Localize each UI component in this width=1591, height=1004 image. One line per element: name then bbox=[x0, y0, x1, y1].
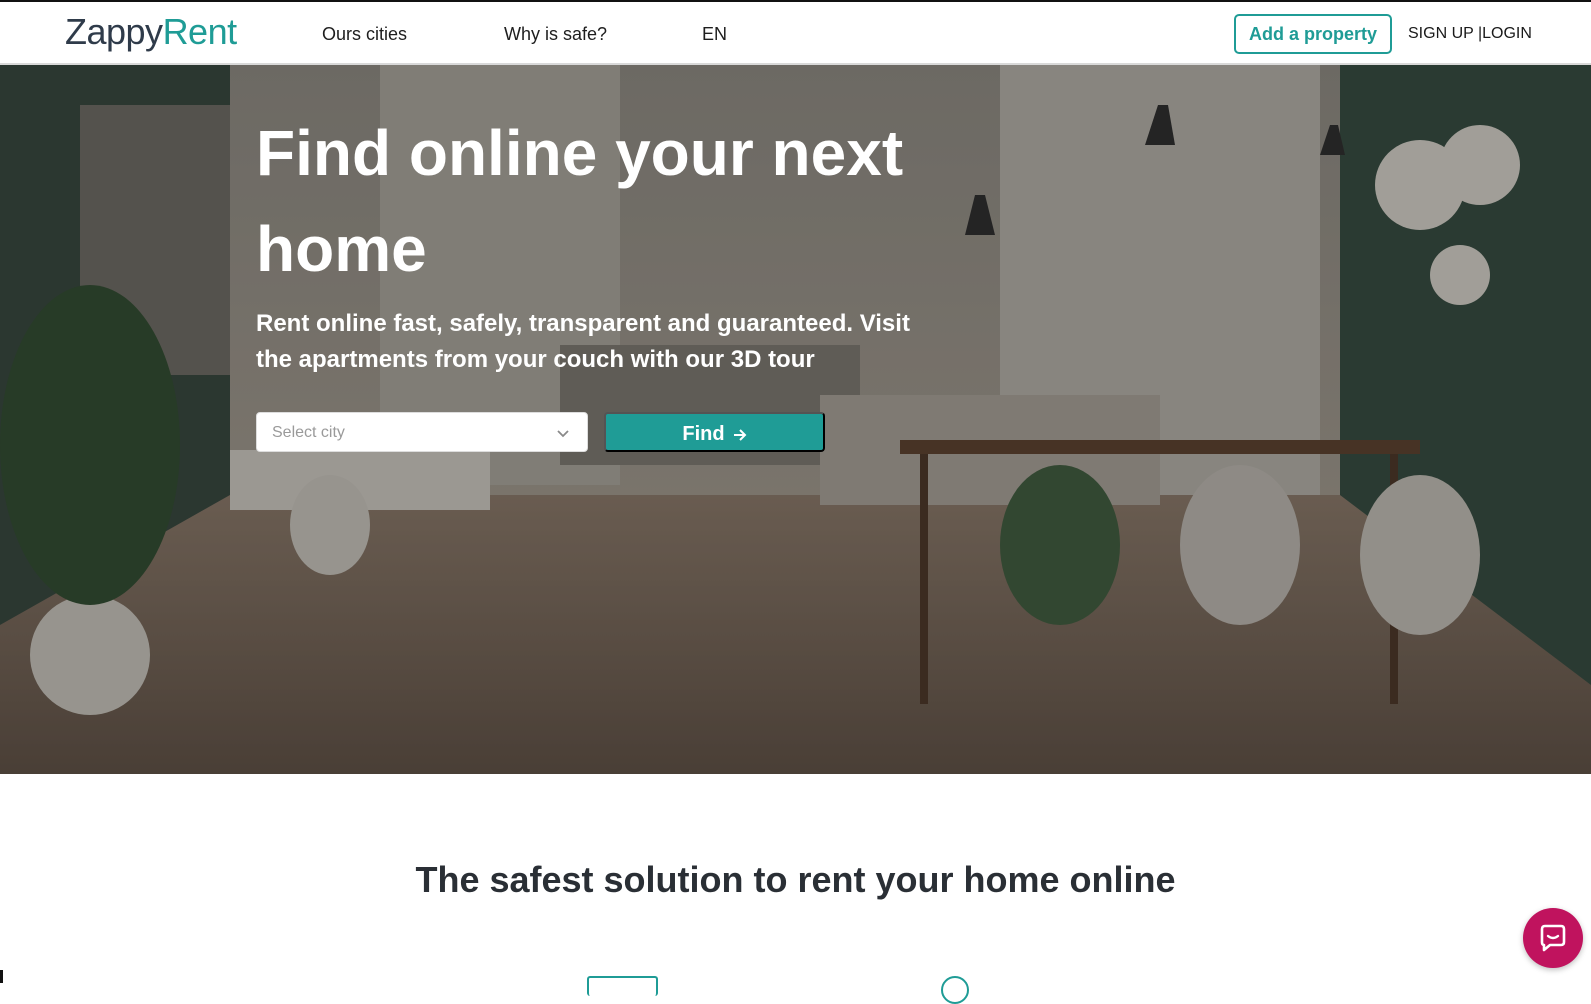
hero-title: Find online your next home bbox=[256, 117, 904, 285]
section-title: The safest solution to rent your home on… bbox=[415, 859, 1176, 900]
feature-card-icon bbox=[587, 976, 658, 996]
nav-language-en[interactable]: EN bbox=[702, 23, 727, 45]
nav-why-is-safe[interactable]: Why is safe? bbox=[504, 23, 607, 45]
hero-subtitle: Rent online fast, safely, transparent an… bbox=[256, 310, 910, 373]
find-button-label: Find bbox=[682, 423, 725, 445]
window-edge bbox=[0, 970, 3, 983]
logo-part-rent: Rent bbox=[162, 11, 238, 52]
chat-bubble-icon bbox=[1540, 924, 1566, 952]
site-header: Zappy Rent Ours cities Why is safe? EN Ad… bbox=[0, 2, 1591, 65]
add-property-button[interactable]: Add a property bbox=[1234, 14, 1392, 54]
nav-ours-cities[interactable]: Ours cities bbox=[322, 23, 407, 45]
chevron-down-icon bbox=[557, 430, 569, 438]
logo-part-zappy: Zappy bbox=[65, 11, 163, 52]
feature-circle-icon bbox=[941, 976, 969, 1004]
zappyrent-logo[interactable]: Zappy Rent bbox=[65, 12, 237, 52]
find-button[interactable]: Find bbox=[604, 412, 825, 452]
chat-button[interactable] bbox=[1523, 908, 1583, 968]
signup-login-link[interactable]: SIGN UP |LOGIN bbox=[1408, 24, 1532, 44]
city-select-placeholder: Select city bbox=[272, 424, 345, 441]
arrow-right-icon bbox=[733, 416, 747, 456]
hero-section: Find online your next home Rent online f… bbox=[0, 65, 1591, 774]
city-select[interactable]: Select city bbox=[256, 412, 588, 452]
